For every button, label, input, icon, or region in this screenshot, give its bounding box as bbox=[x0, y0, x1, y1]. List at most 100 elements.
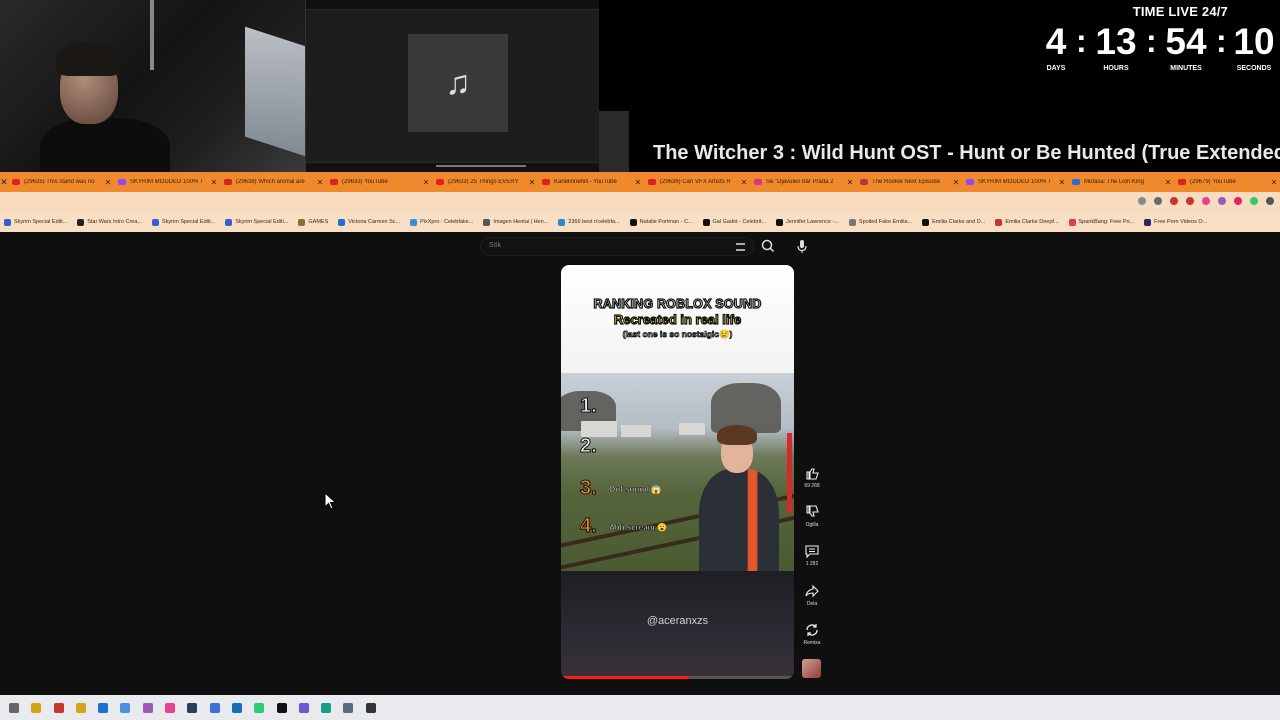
taskbar-app-icon[interactable] bbox=[251, 700, 267, 716]
browser-tab[interactable]: Kanelinnehill - YouTube ✕ bbox=[538, 172, 644, 192]
taskbar-app-icon[interactable] bbox=[73, 700, 89, 716]
browser-tab[interactable]: (29638) Which animal are ✕ bbox=[220, 172, 326, 192]
taskbar-app-icon[interactable] bbox=[229, 700, 245, 716]
star-icon[interactable] bbox=[1154, 197, 1162, 205]
extension-icon[interactable] bbox=[1234, 197, 1242, 205]
tab-close-icon[interactable]: ✕ bbox=[1268, 178, 1280, 187]
video-progress-bar[interactable] bbox=[561, 676, 794, 679]
timer-hours: 13 bbox=[1095, 21, 1137, 62]
tab-close-icon[interactable]: ✕ bbox=[738, 178, 750, 187]
bookmark-item[interactable]: Free Porn Videos O... bbox=[1144, 218, 1207, 226]
sound-thumbnail[interactable] bbox=[802, 659, 821, 678]
bookmark-item[interactable]: Imagen Hentai | Hen... bbox=[483, 218, 548, 226]
menu-icon[interactable] bbox=[1266, 197, 1274, 205]
bookmark-favicon-icon bbox=[152, 218, 159, 226]
timer-seconds-label: SECONDS bbox=[1236, 65, 1272, 72]
tab-close-icon[interactable]: ✕ bbox=[950, 178, 962, 187]
like-count: 69 268 bbox=[804, 483, 820, 489]
taskbar-app-icon[interactable] bbox=[117, 700, 133, 716]
extension-icon[interactable] bbox=[1218, 197, 1226, 205]
bookmark-favicon-icon bbox=[4, 218, 11, 226]
bookmark-item[interactable]: Skyrim Special Editi... bbox=[152, 218, 216, 226]
timer-minutes: 54 bbox=[1165, 21, 1207, 62]
tab-close-icon[interactable]: ✕ bbox=[526, 178, 538, 187]
taskbar-app-icon[interactable] bbox=[140, 700, 156, 716]
extension-icon[interactable] bbox=[1202, 197, 1210, 205]
app-glyph bbox=[53, 702, 64, 713]
tab-close-icon[interactable]: ✕ bbox=[102, 178, 114, 187]
bookmark-item[interactable]: GAMES bbox=[298, 218, 328, 226]
tab-close-icon[interactable]: ✕ bbox=[632, 178, 644, 187]
browser-tab[interactable]: (29635) This stand was no ✕ bbox=[8, 172, 114, 192]
browser-tab[interactable]: (29633) 25 Things EVERY ✕ bbox=[432, 172, 538, 192]
microphone-icon[interactable] bbox=[793, 237, 811, 256]
bookmark-item[interactable]: Emilia Clarke Deepf... bbox=[995, 218, 1059, 226]
taskbar-app-icon[interactable] bbox=[162, 700, 178, 716]
taskbar-app-icon[interactable] bbox=[363, 700, 379, 716]
taskbar-app-icon[interactable] bbox=[184, 700, 200, 716]
bookmark-favicon-icon bbox=[629, 218, 637, 226]
tab-close-icon[interactable]: ✕ bbox=[314, 178, 326, 187]
browser-tab[interactable]: (29679) YouTube ✕ bbox=[1174, 172, 1280, 192]
bookmark-favicon-icon bbox=[1068, 218, 1076, 226]
bookmark-item[interactable]: Jennifer Lawrence -... bbox=[776, 218, 839, 226]
taskbar-app-icon[interactable] bbox=[6, 700, 22, 716]
bookmark-favicon-icon bbox=[77, 218, 85, 226]
keyboard-icon[interactable] bbox=[736, 243, 745, 251]
browser-tab[interactable]: Se "Djävulen bär Prada 2 ✕ bbox=[750, 172, 856, 192]
browser-tab[interactable]: The Rookie Next Episode ✕ bbox=[856, 172, 962, 192]
share-button[interactable]: Dela bbox=[800, 582, 824, 607]
shorts-video-player[interactable]: RANKING ROBLOX SOUND Recreated in real l… bbox=[561, 265, 794, 679]
like-button[interactable]: 69 268 bbox=[800, 464, 824, 489]
player-seekbar[interactable] bbox=[436, 165, 526, 167]
taskbar-app-icon[interactable] bbox=[95, 700, 111, 716]
browser-tab[interactable]: SKYRIM MODDED 100% T ✕ bbox=[962, 172, 1068, 192]
tab-close-icon[interactable]: ✕ bbox=[420, 178, 432, 187]
browser-tab[interactable]: SKYRIM MODDED 100% T ✕ bbox=[114, 172, 220, 192]
taskbar-app-icon[interactable] bbox=[28, 700, 44, 716]
download-icon[interactable] bbox=[1250, 197, 1258, 205]
bookmark-label: Skyrim Special Editi... bbox=[235, 219, 289, 225]
browser-tab[interactable]: Mufasa: The Lion King ✕ bbox=[1068, 172, 1174, 192]
comments-button[interactable]: 1 282 bbox=[800, 542, 824, 567]
taskbar-app-icon[interactable] bbox=[274, 700, 290, 716]
dislike-button[interactable]: Ogilla bbox=[800, 503, 824, 528]
taskbar-app-icon[interactable] bbox=[318, 700, 334, 716]
bookmark-favicon-icon bbox=[1144, 218, 1152, 226]
bookmark-label: PixXpro : Celebfake... bbox=[420, 219, 474, 225]
bookmark-item[interactable]: Skyrim Special Editi... bbox=[4, 218, 67, 226]
tab-close-icon[interactable]: ✕ bbox=[0, 177, 8, 188]
bookmark-label: Gal Gadot - Celebrit... bbox=[712, 219, 767, 225]
tab-close-icon[interactable]: ✕ bbox=[1162, 178, 1174, 187]
search-icon[interactable] bbox=[759, 237, 777, 256]
bookmark-item[interactable]: Emilia Clarke and D... bbox=[922, 218, 985, 226]
tab-favicon-icon bbox=[330, 179, 338, 185]
bookmark-item[interactable]: Star Wars Intro Crea... bbox=[77, 218, 142, 226]
taskbar-app-icon[interactable] bbox=[340, 700, 356, 716]
bookmark-item[interactable]: Spoiled Fake Emilia... bbox=[848, 218, 912, 226]
screen-icon[interactable] bbox=[1138, 197, 1146, 205]
taskbar-app-icon[interactable] bbox=[207, 700, 223, 716]
app-glyph bbox=[31, 702, 42, 713]
bookmark-item[interactable]: Skyrim Special Editi... bbox=[225, 218, 289, 226]
tab-close-icon[interactable]: ✕ bbox=[844, 178, 856, 187]
bookmark-item[interactable]: Victoria Carmen Sc... bbox=[338, 218, 400, 226]
browser-tab[interactable]: (29636) Can VFX Artists R ✕ bbox=[644, 172, 750, 192]
taskbar-app-icon[interactable] bbox=[296, 700, 312, 716]
bookmark-item[interactable]: PixXpro : Celebfake... bbox=[410, 218, 474, 226]
bookmark-item[interactable]: Gal Gadot - Celebrit... bbox=[702, 218, 767, 226]
bookmark-item[interactable]: 2366 best r/celebfa... bbox=[558, 218, 620, 226]
remix-button[interactable]: Remixa bbox=[800, 621, 824, 646]
bookmark-item[interactable]: SpankBang: Free Po... bbox=[1068, 218, 1134, 226]
bookmark-label: Skyrim Special Editi... bbox=[162, 219, 216, 225]
extension-icon[interactable] bbox=[1170, 197, 1178, 205]
search-input[interactable]: Sök bbox=[480, 237, 754, 256]
extension-icon[interactable] bbox=[1186, 197, 1194, 205]
browser-tab[interactable]: (29633) YouTube ✕ bbox=[326, 172, 432, 192]
taskbar-app-icon[interactable] bbox=[51, 700, 67, 716]
player-controls[interactable] bbox=[306, 162, 599, 172]
bookmark-item[interactable]: Natalie Portman - C... bbox=[629, 218, 693, 226]
tab-close-icon[interactable]: ✕ bbox=[1056, 178, 1068, 187]
address-bar[interactable] bbox=[0, 192, 1280, 212]
tab-close-icon[interactable]: ✕ bbox=[208, 178, 220, 187]
